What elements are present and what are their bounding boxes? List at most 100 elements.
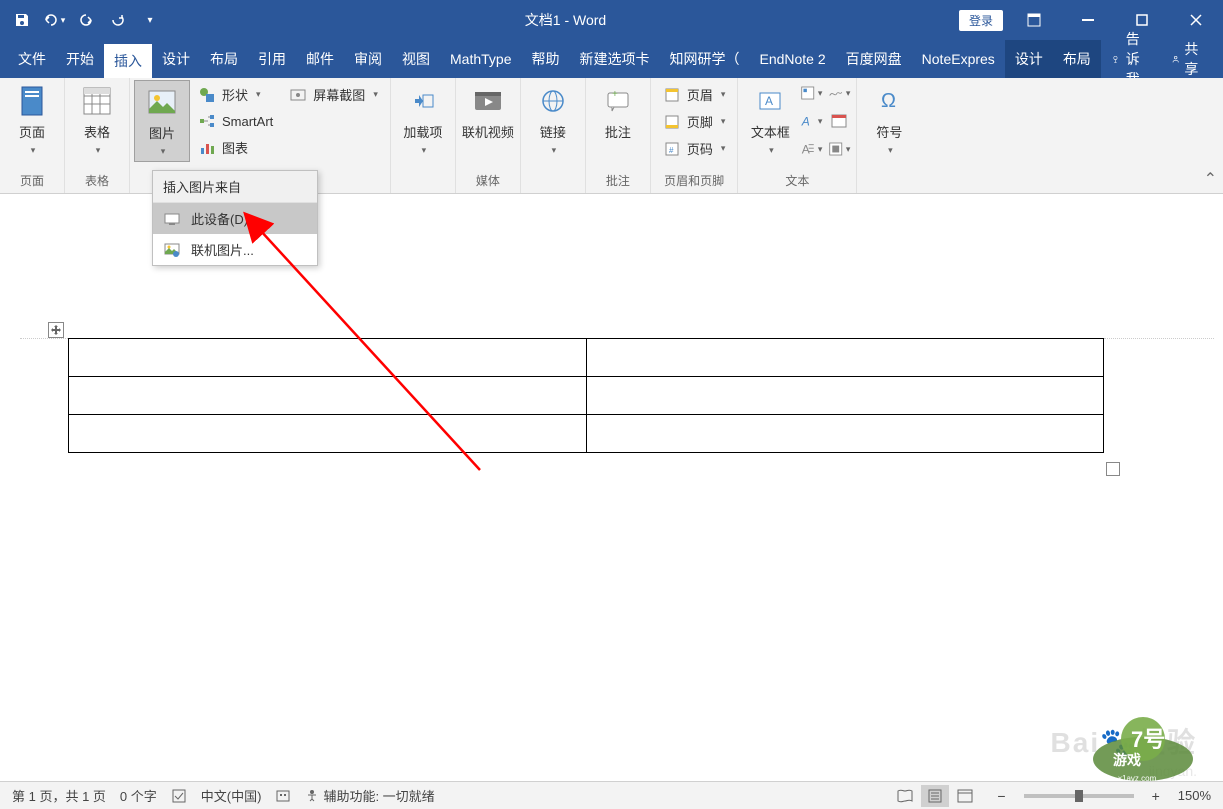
status-language[interactable]: 中文(中国) xyxy=(201,786,262,805)
tab-table-layout[interactable]: 布局 xyxy=(1053,40,1101,78)
close-icon[interactable] xyxy=(1173,0,1219,40)
tab-review[interactable]: 审阅 xyxy=(344,40,392,78)
quickparts-icon[interactable]: ▾ xyxy=(800,82,822,104)
zoom-level[interactable]: 150% xyxy=(1178,788,1211,803)
tab-references[interactable]: 引用 xyxy=(248,40,296,78)
view-read-icon[interactable] xyxy=(891,785,919,807)
datetime-icon[interactable] xyxy=(828,110,850,132)
tab-home[interactable]: 开始 xyxy=(56,40,104,78)
object-icon[interactable]: ▾ xyxy=(828,138,850,160)
tab-noteexpress[interactable]: NoteExpres xyxy=(912,40,1005,78)
smartart-button[interactable]: SmartArt xyxy=(192,109,279,133)
zoom-out-button[interactable]: − xyxy=(993,788,1009,804)
collapse-ribbon-icon[interactable]: ⌃ xyxy=(1204,169,1217,189)
dropdown-this-device[interactable]: 此设备(D)... xyxy=(153,203,317,234)
smartart-icon xyxy=(198,112,216,130)
ribbon-display-icon[interactable] xyxy=(1011,0,1057,40)
tab-cnki[interactable]: 知网研学（ xyxy=(659,40,749,78)
group-links: 链接▾ 链接 xyxy=(521,78,586,193)
share-button[interactable]: 共享 xyxy=(1159,40,1215,78)
tab-layout[interactable]: 布局 xyxy=(200,40,248,78)
links-button[interactable]: 链接▾ xyxy=(525,80,581,160)
tab-view[interactable]: 视图 xyxy=(392,40,440,78)
dropcap-icon[interactable]: A▾ xyxy=(800,138,822,160)
screenshot-button[interactable]: 屏幕截图▾ xyxy=(283,82,384,107)
group-tables: 表格▾ 表格 xyxy=(65,78,130,193)
table-resize-handle[interactable] xyxy=(1106,462,1120,476)
dropdown-online-pictures[interactable]: 联机图片... xyxy=(153,234,317,265)
tab-insert[interactable]: 插入 xyxy=(104,44,152,78)
tab-endnote[interactable]: EndNote 2 xyxy=(749,40,835,78)
picture-button[interactable]: 图片▾ xyxy=(134,80,190,162)
tab-file[interactable]: 文件 xyxy=(8,40,56,78)
online-video-button[interactable]: 联机视频 xyxy=(460,80,516,145)
refresh-icon[interactable] xyxy=(104,6,132,34)
view-print-icon[interactable] xyxy=(921,785,949,807)
zoom-in-button[interactable]: + xyxy=(1148,788,1164,804)
status-bar: 第 1 页，共 1 页 0 个字 中文(中国) 辅助功能: 一切就绪 − + 1… xyxy=(0,781,1223,809)
group-headerfooter-label: 页眉和页脚 xyxy=(655,170,734,191)
tab-design[interactable]: 设计 xyxy=(152,40,200,78)
zoom-thumb[interactable] xyxy=(1075,790,1083,802)
group-comments: + 批注 批注 xyxy=(586,78,651,193)
chart-label: 图表 xyxy=(222,138,248,157)
footer-label: 页脚 xyxy=(687,112,713,131)
table-move-handle[interactable] xyxy=(48,322,64,338)
status-accessibility[interactable]: 辅助功能: 一切就绪 xyxy=(305,786,434,805)
status-words[interactable]: 0 个字 xyxy=(120,786,157,805)
video-label: 联机视频 xyxy=(462,122,514,141)
redo-icon[interactable] xyxy=(72,6,100,34)
margin-guide-right xyxy=(1104,338,1214,339)
header-label: 页眉 xyxy=(687,85,713,104)
header-button[interactable]: 页眉▾ xyxy=(657,82,732,107)
undo-icon[interactable]: ▾ xyxy=(40,6,68,34)
save-icon[interactable] xyxy=(8,6,36,34)
tab-help[interactable]: 帮助 xyxy=(521,40,569,78)
view-buttons xyxy=(891,785,979,807)
addins-button[interactable]: 加载项▾ xyxy=(395,80,451,160)
tab-mathtype[interactable]: MathType xyxy=(440,40,521,78)
qat-customize-icon[interactable]: ▾ xyxy=(136,6,164,34)
comment-icon: + xyxy=(601,84,635,118)
minimize-icon[interactable] xyxy=(1065,0,1111,40)
comment-label: 批注 xyxy=(605,122,631,141)
addins-label: 加载项 xyxy=(403,122,442,141)
tab-newtab[interactable]: 新建选项卡 xyxy=(569,40,659,78)
picture-dropdown: 插入图片来自 此设备(D)... 联机图片... xyxy=(152,170,318,266)
view-web-icon[interactable] xyxy=(951,785,979,807)
dropdown-online-label: 联机图片... xyxy=(191,240,254,259)
tell-me[interactable]: 告诉我 xyxy=(1101,40,1159,78)
tab-table-design[interactable]: 设计 xyxy=(1005,40,1053,78)
svg-text:#: # xyxy=(669,146,674,155)
footer-button[interactable]: 页脚▾ xyxy=(657,109,732,134)
status-accessibility-label: 辅助功能: 一切就绪 xyxy=(323,786,434,805)
wordart-icon[interactable]: A▾ xyxy=(800,110,822,132)
screenshot-label: 屏幕截图 xyxy=(313,85,365,104)
zoom-slider[interactable] xyxy=(1024,794,1134,798)
signature-icon[interactable]: ▾ xyxy=(828,82,850,104)
status-macro-icon[interactable] xyxy=(275,788,291,804)
comment-button[interactable]: + 批注 xyxy=(590,80,646,145)
group-addins: 加载项▾ 加载项 xyxy=(391,78,456,193)
dropdown-device-label: 此设备(D)... xyxy=(191,209,259,228)
quick-access-toolbar: ▾ ▾ xyxy=(0,6,172,34)
pages-button[interactable]: 页面▾ xyxy=(4,80,60,160)
status-proofing-icon[interactable] xyxy=(171,788,187,804)
group-symbols: Ω 符号▾ 符号 xyxy=(857,78,921,193)
table-button[interactable]: 表格▾ xyxy=(69,80,125,160)
status-page[interactable]: 第 1 页，共 1 页 xyxy=(12,786,106,805)
symbol-button[interactable]: Ω 符号▾ xyxy=(861,80,917,160)
document-table[interactable] xyxy=(68,338,1104,453)
textbox-icon: A xyxy=(753,84,787,118)
pagenum-button[interactable]: #页码▾ xyxy=(657,136,732,161)
document-area[interactable] xyxy=(0,194,1223,781)
header-icon xyxy=(663,86,681,104)
table-icon xyxy=(80,84,114,118)
login-button[interactable]: 登录 xyxy=(959,10,1003,31)
tab-mailings[interactable]: 邮件 xyxy=(296,40,344,78)
chart-button[interactable]: 图表 xyxy=(192,135,279,160)
shapes-button[interactable]: 形状▾ xyxy=(192,82,279,107)
textbox-button[interactable]: A 文本框▾ xyxy=(742,80,798,160)
tab-baidu[interactable]: 百度网盘 xyxy=(836,40,912,78)
group-media-label: 媒体 xyxy=(460,170,516,191)
